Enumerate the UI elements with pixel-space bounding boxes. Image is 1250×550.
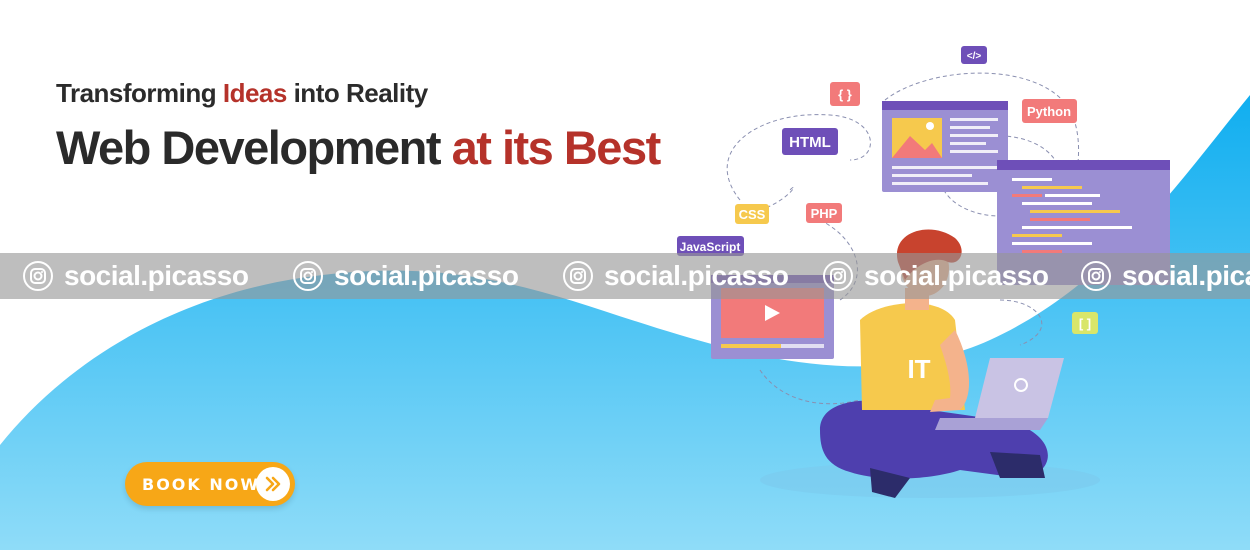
code-tag: </> bbox=[961, 46, 987, 64]
python-tag: Python bbox=[1022, 99, 1077, 123]
watermark-item: social.picasso bbox=[822, 253, 1049, 299]
instagram-icon bbox=[23, 261, 53, 291]
shirt-label: IT bbox=[907, 354, 930, 384]
watermark-text: social.picasso bbox=[334, 260, 519, 291]
instagram-icon bbox=[293, 261, 323, 291]
svg-text:HTML: HTML bbox=[789, 134, 831, 151]
svg-text:CSS: CSS bbox=[739, 207, 766, 222]
svg-text:JavaScript: JavaScript bbox=[680, 240, 741, 254]
watermark-item: social.picasso bbox=[292, 253, 519, 299]
css-tag: CSS bbox=[735, 204, 769, 224]
watermark-text: social.picasso bbox=[604, 260, 789, 291]
brackets-tag: [ ] bbox=[1072, 312, 1098, 334]
svg-text:Python: Python bbox=[1027, 104, 1071, 119]
image-window bbox=[882, 101, 1008, 192]
hero-banner: Transforming Ideas into Reality Web Deve… bbox=[0, 0, 1250, 550]
svg-text:[ ]: [ ] bbox=[1079, 316, 1091, 331]
watermark-text: social.picasso bbox=[64, 260, 249, 291]
book-now-label: BOOK NOW bbox=[142, 474, 261, 494]
double-chevron-right-icon bbox=[256, 467, 290, 501]
book-now-button[interactable]: BOOK NOW bbox=[125, 462, 295, 506]
instagram-icon bbox=[1081, 261, 1111, 291]
svg-text:</>: </> bbox=[967, 51, 982, 62]
braces-tag: { } bbox=[830, 82, 860, 106]
watermark-text: social.picasso bbox=[1122, 260, 1250, 291]
watermark-item: social.picasso bbox=[22, 253, 249, 299]
html-tag: HTML bbox=[782, 128, 838, 155]
watermark-item: social.picasso bbox=[562, 253, 789, 299]
php-tag: PHP bbox=[806, 203, 842, 223]
watermark-item: social.picasso bbox=[1080, 253, 1250, 299]
watermark-band: social.picasso social.picasso social.pic… bbox=[0, 253, 1250, 299]
instagram-icon bbox=[823, 261, 853, 291]
instagram-icon bbox=[563, 261, 593, 291]
watermark-text: social.picasso bbox=[864, 260, 1049, 291]
svg-text:PHP: PHP bbox=[811, 206, 838, 221]
svg-text:{ }: { } bbox=[838, 87, 852, 102]
